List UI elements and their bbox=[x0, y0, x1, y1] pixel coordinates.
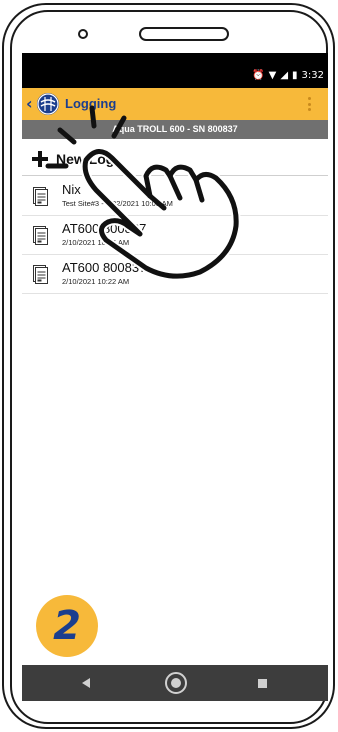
new-log-label: New Log bbox=[56, 151, 115, 167]
log-subtitle: 2/10/2021 10:22 AM bbox=[62, 277, 130, 286]
device-header: Aqua TROLL 600 - SN 800837 bbox=[22, 120, 328, 139]
chevron-left-icon[interactable]: ‹ bbox=[26, 94, 33, 114]
step-number-badge: 2 bbox=[36, 595, 98, 657]
alarm-icon: ⏰ bbox=[252, 70, 265, 81]
overflow-menu-icon[interactable] bbox=[308, 97, 312, 111]
wifi-icon: ▼ bbox=[268, 70, 277, 81]
plus-icon bbox=[32, 151, 48, 167]
battery-icon: ▮ bbox=[292, 70, 298, 81]
list-item[interactable]: Nix Test Site#3 - 2/22/2021 10:03 AM bbox=[22, 177, 328, 216]
nav-recents-icon[interactable] bbox=[258, 679, 267, 688]
log-name: Nix bbox=[62, 182, 81, 197]
log-list: Nix Test Site#3 - 2/22/2021 10:03 AM AT6… bbox=[22, 177, 328, 294]
log-subtitle: Test Site#3 - 2/22/2021 10:03 AM bbox=[62, 199, 173, 208]
log-subtitle: 2/10/2021 10:45 AM bbox=[62, 238, 130, 247]
app-logo-icon[interactable] bbox=[37, 93, 59, 115]
new-log-button[interactable]: New Log bbox=[22, 143, 328, 176]
signal-icon: ◢ bbox=[280, 70, 289, 81]
app-bar: ‹ Logging bbox=[22, 88, 328, 120]
log-name: AT600 800837 bbox=[62, 260, 147, 275]
list-item[interactable]: AT600 800837 2/10/2021 10:22 AM bbox=[22, 255, 328, 294]
status-bar: ⏰ ▼ ◢ ▮ 3:32 bbox=[22, 53, 328, 88]
status-time: 3:32 bbox=[301, 70, 324, 81]
nav-back-icon[interactable] bbox=[82, 678, 90, 688]
camera-icon bbox=[78, 29, 88, 39]
nav-home-icon[interactable] bbox=[165, 672, 187, 694]
speaker-grille bbox=[139, 27, 229, 41]
document-icon bbox=[33, 187, 48, 206]
page-title: Logging bbox=[65, 96, 117, 111]
list-item[interactable]: AT600 800837 2/10/2021 10:45 AM bbox=[22, 216, 328, 255]
system-nav-bar bbox=[22, 665, 328, 701]
document-icon bbox=[33, 265, 48, 284]
log-name: AT600 800837 bbox=[62, 221, 147, 236]
document-icon bbox=[33, 226, 48, 245]
